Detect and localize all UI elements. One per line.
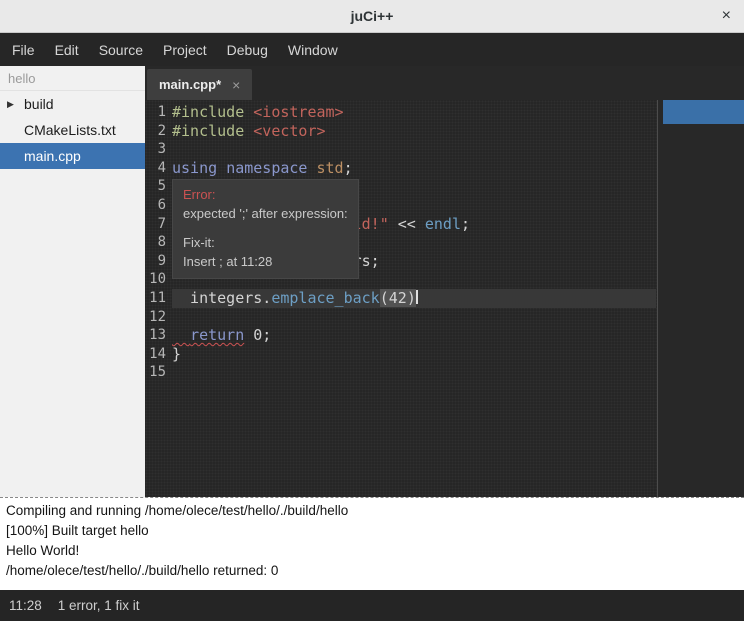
editor-pane: main.cpp*× 123456789101112131415 #includ… [145, 66, 744, 497]
sidebar-item-label: build [24, 96, 54, 112]
main-area: hello ▶ build CMakeLists.txt main.cpp main.… [0, 66, 744, 497]
menu-edit[interactable]: Edit [45, 33, 89, 66]
code-token: #include [172, 103, 253, 121]
code-token: ) [407, 289, 416, 307]
code-token: emplace_back [271, 289, 379, 307]
code-line-4[interactable]: using namespace std; [172, 159, 656, 178]
menu-source[interactable]: Source [89, 33, 153, 66]
line-number: 11 [145, 289, 166, 308]
menubar: FileEditSourceProjectDebugWindow [0, 33, 744, 66]
code-token: using [172, 159, 217, 177]
diagnostics-summary: 1 error, 1 fix it [58, 598, 140, 613]
line-number: 6 [145, 196, 166, 215]
line-number: 10 [145, 270, 166, 289]
sidebar-item-label: main.cpp [24, 148, 81, 164]
code-editor[interactable]: 123456789101112131415 #include <iostream… [145, 100, 744, 497]
code-token [217, 159, 226, 177]
scrollbar-thumb[interactable] [663, 100, 744, 124]
menu-window[interactable]: Window [278, 33, 348, 66]
sidebar-item-cmakelists-txt[interactable]: CMakeLists.txt [0, 117, 145, 143]
diagnostic-tooltip: Error: expected ';' after expression: Fi… [172, 179, 359, 279]
expander-icon[interactable]: ▶ [7, 99, 14, 110]
code-token [307, 159, 316, 177]
line-number: 14 [145, 345, 166, 364]
code-token: } [172, 345, 181, 363]
sidebar-item-label: CMakeLists.txt [24, 122, 116, 138]
code-token: integers. [172, 289, 271, 307]
tooltip-fixit-label: Fix-it: [183, 233, 348, 252]
code-line-15[interactable] [172, 363, 656, 382]
code-token: 42 [389, 289, 407, 307]
code-line-11[interactable]: integers.emplace_back(42) [172, 289, 656, 308]
code-token: ; [344, 159, 353, 177]
window-title: juCi++ [351, 8, 394, 24]
line-number-gutter: 123456789101112131415 [145, 103, 166, 382]
tab-label: main.cpp* [159, 77, 221, 92]
titlebar: juCi++ × [0, 0, 744, 33]
code-line-12[interactable] [172, 308, 656, 327]
file-tree: ▶ build CMakeLists.txt main.cpp [0, 91, 145, 169]
code-line-2[interactable]: #include <vector> [172, 122, 656, 141]
code-token: endl [425, 215, 461, 233]
code-token: 0; [244, 326, 271, 344]
code-token: namespace [226, 159, 307, 177]
text-cursor [416, 290, 418, 304]
cursor-position: 11:28 [9, 598, 42, 613]
output-line: Hello World! [6, 541, 738, 561]
sidebar-item-main-cpp[interactable]: main.cpp [0, 143, 145, 169]
menu-debug[interactable]: Debug [217, 33, 278, 66]
line-number: 4 [145, 159, 166, 178]
line-number: 15 [145, 363, 166, 382]
line-number: 3 [145, 140, 166, 159]
line-number: 5 [145, 177, 166, 196]
tooltip-fixit-text: Insert ; at 11:28 [183, 252, 348, 271]
code-token: <vector> [253, 122, 325, 140]
tab-close-icon[interactable]: × [232, 77, 240, 93]
output-line: [100%] Built target hello [6, 521, 738, 541]
code-line-3[interactable] [172, 140, 656, 159]
code-token [172, 326, 190, 344]
statusbar: 11:28 1 error, 1 fix it [0, 590, 744, 621]
line-number: 13 [145, 326, 166, 345]
line-number: 8 [145, 233, 166, 252]
code-line-13[interactable]: return 0; [172, 326, 656, 345]
close-icon[interactable]: × [722, 7, 731, 25]
line-number: 7 [145, 215, 166, 234]
line-number: 9 [145, 252, 166, 271]
code-token: ; [461, 215, 470, 233]
tooltip-error-label: Error: [183, 185, 348, 204]
line-number: 12 [145, 308, 166, 327]
sidebar: hello ▶ build CMakeLists.txt main.cpp [0, 66, 145, 497]
sidebar-item-build[interactable]: ▶ build [0, 91, 145, 117]
code-token: #include [172, 122, 253, 140]
code-line-14[interactable]: } [172, 345, 656, 364]
tabbar: main.cpp* × [145, 66, 744, 100]
code-token: << [389, 215, 425, 233]
menu-file[interactable]: File [2, 33, 45, 66]
editor-right-separator [657, 100, 658, 497]
code-token: <iostream> [253, 103, 343, 121]
menu-project[interactable]: Project [153, 33, 217, 66]
output-panel: Compiling and running /home/olece/test/h… [0, 497, 744, 590]
app-window: juCi++ × FileEditSourceProjectDebugWindo… [0, 0, 744, 621]
line-number: 2 [145, 122, 166, 141]
code-line-1[interactable]: #include <iostream> [172, 103, 656, 122]
tooltip-spacer [183, 223, 348, 233]
tooltip-error-text: expected ';' after expression: [183, 204, 348, 223]
code-token: ( [380, 289, 389, 307]
code-token: std [317, 159, 344, 177]
output-line: Compiling and running /home/olece/test/h… [6, 501, 738, 521]
tab-main-cpp-[interactable]: main.cpp* × [147, 69, 252, 100]
code-token: return [190, 326, 244, 344]
project-name: hello [0, 66, 145, 91]
line-number: 1 [145, 103, 166, 122]
scrollbar-track[interactable] [658, 100, 744, 497]
output-line: /home/olece/test/hello/./build/hello ret… [6, 561, 738, 581]
